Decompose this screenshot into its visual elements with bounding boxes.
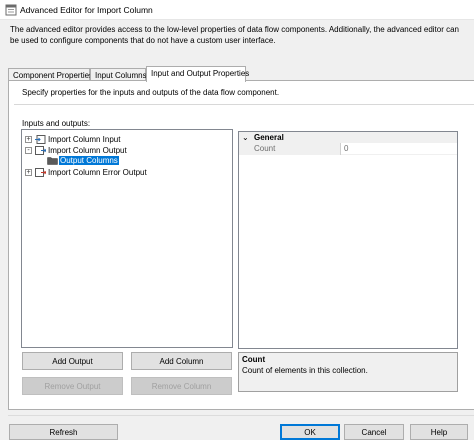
tree-node-label: Output Columns bbox=[59, 156, 119, 165]
tree-node-import-column-input[interactable]: Import Column Input bbox=[48, 134, 120, 145]
category-collapse-icon[interactable]: ⌄ bbox=[242, 132, 249, 143]
add-column-button[interactable]: Add Column bbox=[131, 352, 232, 370]
folder-icon bbox=[47, 157, 58, 165]
property-grid[interactable] bbox=[238, 131, 458, 349]
property-help-text: Count of elements in this collection. bbox=[242, 366, 368, 375]
collapse-icon[interactable]: - bbox=[25, 147, 32, 154]
property-value[interactable]: 0 bbox=[344, 144, 348, 153]
tree-node-output-columns[interactable]: Output Columns bbox=[59, 155, 119, 166]
footer-divider bbox=[8, 415, 474, 416]
error-output-node-icon bbox=[35, 168, 46, 177]
remove-column-button[interactable]: Remove Column bbox=[131, 377, 232, 395]
property-category-label: General bbox=[254, 133, 284, 142]
expand-icon[interactable]: + bbox=[25, 136, 32, 143]
input-node-icon bbox=[35, 135, 46, 144]
window-title: Advanced Editor for Import Column bbox=[20, 5, 153, 15]
tree-node-import-column-error-output[interactable]: Import Column Error Output bbox=[48, 167, 147, 178]
property-help-title: Count bbox=[242, 355, 266, 364]
property-category-row[interactable]: ⌄ General bbox=[239, 132, 457, 143]
add-output-button[interactable]: Add Output bbox=[22, 352, 123, 370]
app-icon bbox=[5, 4, 17, 16]
inputs-outputs-tree[interactable]: + Import Column Input - Import Column Ou… bbox=[21, 129, 233, 348]
remove-output-button[interactable]: Remove Output bbox=[22, 377, 123, 395]
property-name-cell: Count bbox=[239, 143, 341, 155]
tab-input-output-properties[interactable]: Input and Output Properties bbox=[146, 66, 249, 82]
editor-description: The advanced editor provides access to t… bbox=[10, 25, 460, 45]
output-node-icon bbox=[35, 146, 46, 155]
property-description-pane: Count Count of elements in this collecti… bbox=[238, 352, 458, 392]
expand-icon[interactable]: + bbox=[25, 169, 32, 176]
inputs-outputs-label: Inputs and outputs: bbox=[22, 119, 91, 128]
divider bbox=[14, 104, 474, 105]
property-name: Count bbox=[254, 144, 276, 153]
panel-hint: Specify properties for the inputs and ou… bbox=[22, 88, 280, 97]
